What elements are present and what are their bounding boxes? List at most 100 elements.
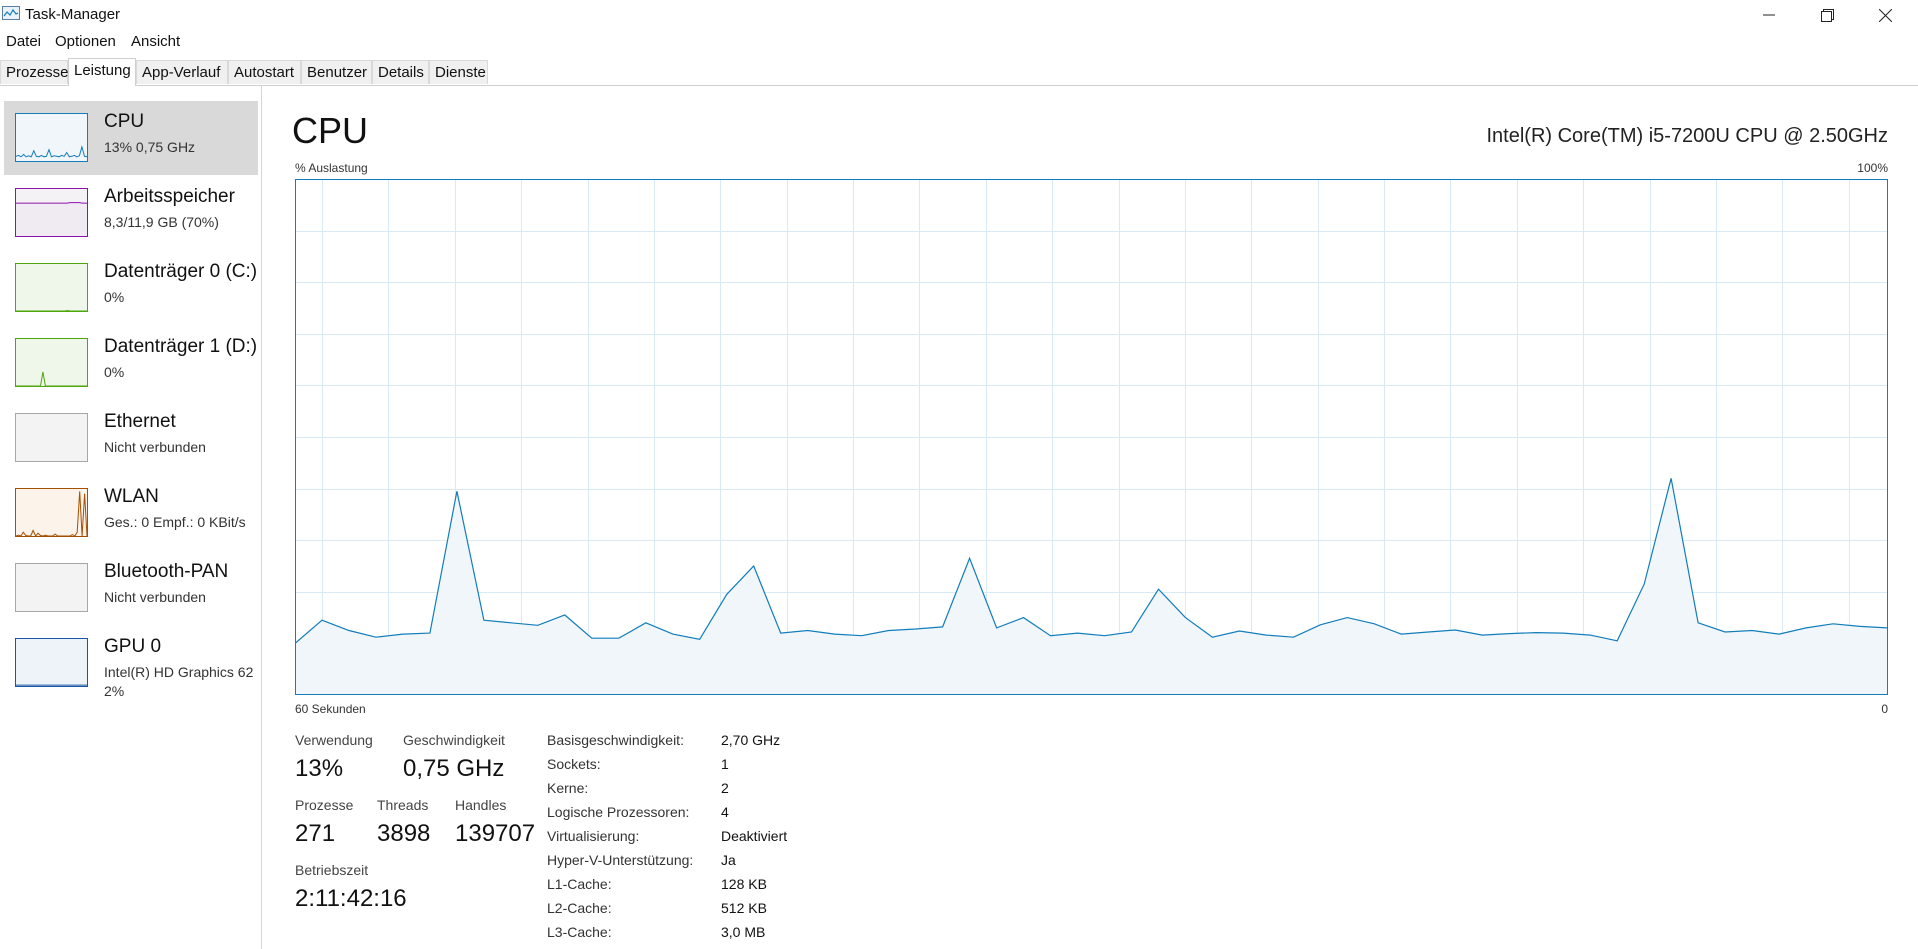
cpu-usage-area <box>295 478 1887 695</box>
mini-chart-background <box>16 489 87 536</box>
close-button[interactable] <box>1857 0 1913 30</box>
disk-0-mini-chart <box>16 264 87 311</box>
sidebar-item-cpu[interactable]: CPU 13% 0,75 GHz <box>4 101 258 175</box>
disk-0-thumbnail-graph <box>15 263 88 312</box>
info-value: 4 <box>721 804 729 820</box>
tab-benutzer[interactable]: Benutzer <box>301 60 372 84</box>
mini-chart-background <box>16 564 87 611</box>
info-key: Kerne: <box>547 780 589 796</box>
sidebar-item-label: Datenträger 1 (D:) <box>104 336 258 357</box>
info-key: Sockets: <box>547 756 601 772</box>
info-value: 3,0 MB <box>721 924 766 940</box>
utilization-label: Verwendung <box>295 732 373 748</box>
threads-value: 3898 <box>377 820 431 847</box>
uptime-value: 2:11:42:16 <box>295 885 407 912</box>
mini-chart-line <box>16 202 87 204</box>
info-value: 2 <box>721 780 729 796</box>
handles-label: Handles <box>455 797 507 813</box>
uptime-label: Betriebszeit <box>295 862 369 878</box>
sidebar-item-detail: 13% 0,75 GHz <box>104 139 196 155</box>
sidebar-item-label: Datenträger 0 (C:) <box>104 261 258 282</box>
sidebar-item-detail: Intel(R) HD Graphics 62 <box>104 664 254 680</box>
sidebar-item-label: Ethernet <box>104 411 176 432</box>
cpu-utilization-graph <box>295 179 1888 695</box>
sidebar-item-detail-2: 2% <box>104 683 125 699</box>
minimize-button[interactable] <box>1741 0 1797 30</box>
speed-label: Geschwindigkeit <box>403 732 505 748</box>
info-key: Hyper-V-Unterstützung: <box>547 852 694 868</box>
sidebar-item-disk-0[interactable]: Datenträger 0 (C:) 0% <box>4 251 258 325</box>
tab-app-verlauf[interactable]: App-Verlauf <box>136 60 228 84</box>
speed-value: 0,75 GHz <box>403 755 505 782</box>
sidebar-item-disk-1[interactable]: Datenträger 1 (D:) 0% <box>4 326 258 400</box>
tab-details[interactable]: Details <box>372 60 429 84</box>
ethernet-thumbnail-graph <box>15 413 88 462</box>
disk-1-mini-chart <box>16 339 87 386</box>
info-value: 1 <box>721 756 729 772</box>
page-title: CPU <box>292 110 369 151</box>
sidebar-item-wlan[interactable]: WLAN Ges.: 0 Empf.: 0 KBit/s <box>4 476 258 550</box>
sidebar-item-label: GPU 0 <box>104 636 162 657</box>
info-key: L1-Cache: <box>547 876 612 892</box>
handles-value: 139707 <box>455 820 536 847</box>
sidebar-item-gpu-0[interactable]: GPU 0 Intel(R) HD Graphics 62 2% <box>4 626 258 706</box>
sidebar-item-label: Arbeitsspeicher <box>104 186 235 207</box>
processes-value: 271 <box>295 820 336 847</box>
graph-y-axis-label: % Auslastung <box>295 161 368 175</box>
sidebar-item-bluetooth-pan[interactable]: Bluetooth-PAN Nicht verbunden <box>4 551 258 625</box>
sidebar-item-label: Bluetooth-PAN <box>104 561 229 582</box>
menu-ansicht[interactable]: Ansicht <box>131 33 180 50</box>
tab-dienste[interactable]: Dienste <box>429 60 488 84</box>
info-value: 512 KB <box>721 900 767 916</box>
tab-leistung[interactable]: Leistung <box>68 58 136 86</box>
info-value: 2,70 GHz <box>721 732 781 748</box>
sidebar-item-detail: Ges.: 0 Empf.: 0 KBit/s <box>104 514 246 530</box>
mini-chart-area <box>16 202 87 236</box>
minimize-icon <box>1763 14 1775 16</box>
cpu-mini-chart <box>16 114 87 161</box>
cpu-thumbnail-graph <box>15 113 88 162</box>
sidebar-item-memory[interactable]: Arbeitsspeicher 8,3/11,9 GB (70%) <box>4 176 258 250</box>
mini-chart-line <box>16 309 87 311</box>
sidebar-item-detail: 0% <box>104 289 125 305</box>
title-bar: Task-Manager <box>0 0 1918 30</box>
sidebar-item-label: CPU <box>104 111 145 132</box>
info-key: L3-Cache: <box>547 924 612 940</box>
utilization-value: 13% <box>295 755 344 782</box>
memory-mini-chart <box>16 189 87 236</box>
maximize-icon <box>1820 8 1834 22</box>
tab-prozesse[interactable]: Prozesse <box>0 60 69 84</box>
mini-chart-background <box>16 639 87 686</box>
gpu-0-mini-chart <box>16 639 87 686</box>
mini-chart-background <box>16 264 87 311</box>
mini-chart-background <box>16 114 87 161</box>
mini-chart-background <box>16 414 87 461</box>
info-key: Virtualisierung: <box>547 828 640 844</box>
maximize-button[interactable] <box>1799 0 1855 30</box>
disk-1-thumbnail-graph <box>15 338 88 387</box>
menu-bar: Datei Optionen Ansicht <box>0 31 1918 53</box>
resource-sidebar: CPU 13% 0,75 GHz Arbeitsspeicher 8,3/11,… <box>0 86 262 949</box>
sidebar-item-detail: Nicht verbunden <box>104 589 206 605</box>
threads-label: Threads <box>377 797 429 813</box>
mini-chart-background <box>16 339 87 386</box>
graph-x-right-label: 0 <box>1881 702 1888 716</box>
info-key: Basisgeschwindigkeit: <box>547 732 684 748</box>
menu-datei[interactable]: Datei <box>6 33 41 50</box>
tab-bar: Prozesse Leistung App-Verlauf Autostart … <box>0 58 1918 86</box>
sidebar-item-ethernet[interactable]: Ethernet Nicht verbunden <box>4 401 258 475</box>
sidebar-item-label: WLAN <box>104 486 159 507</box>
sidebar-item-detail: Nicht verbunden <box>104 439 206 455</box>
info-value: Ja <box>721 852 736 868</box>
task-manager-icon <box>2 6 20 20</box>
info-value: 128 KB <box>721 876 767 892</box>
gpu-0-thumbnail-graph <box>15 638 88 687</box>
cpu-model-name: Intel(R) Core(TM) i5-7200U CPU @ 2.50GHz <box>1486 125 1888 147</box>
wlan-thumbnail-graph <box>15 488 88 537</box>
window-title: Task-Manager <box>25 6 121 23</box>
info-key: Logische Prozessoren: <box>547 804 690 820</box>
sidebar-item-detail: 8,3/11,9 GB (70%) <box>104 214 219 230</box>
tab-autostart[interactable]: Autostart <box>228 60 301 84</box>
menu-optionen[interactable]: Optionen <box>55 33 116 50</box>
close-icon <box>1878 8 1892 22</box>
